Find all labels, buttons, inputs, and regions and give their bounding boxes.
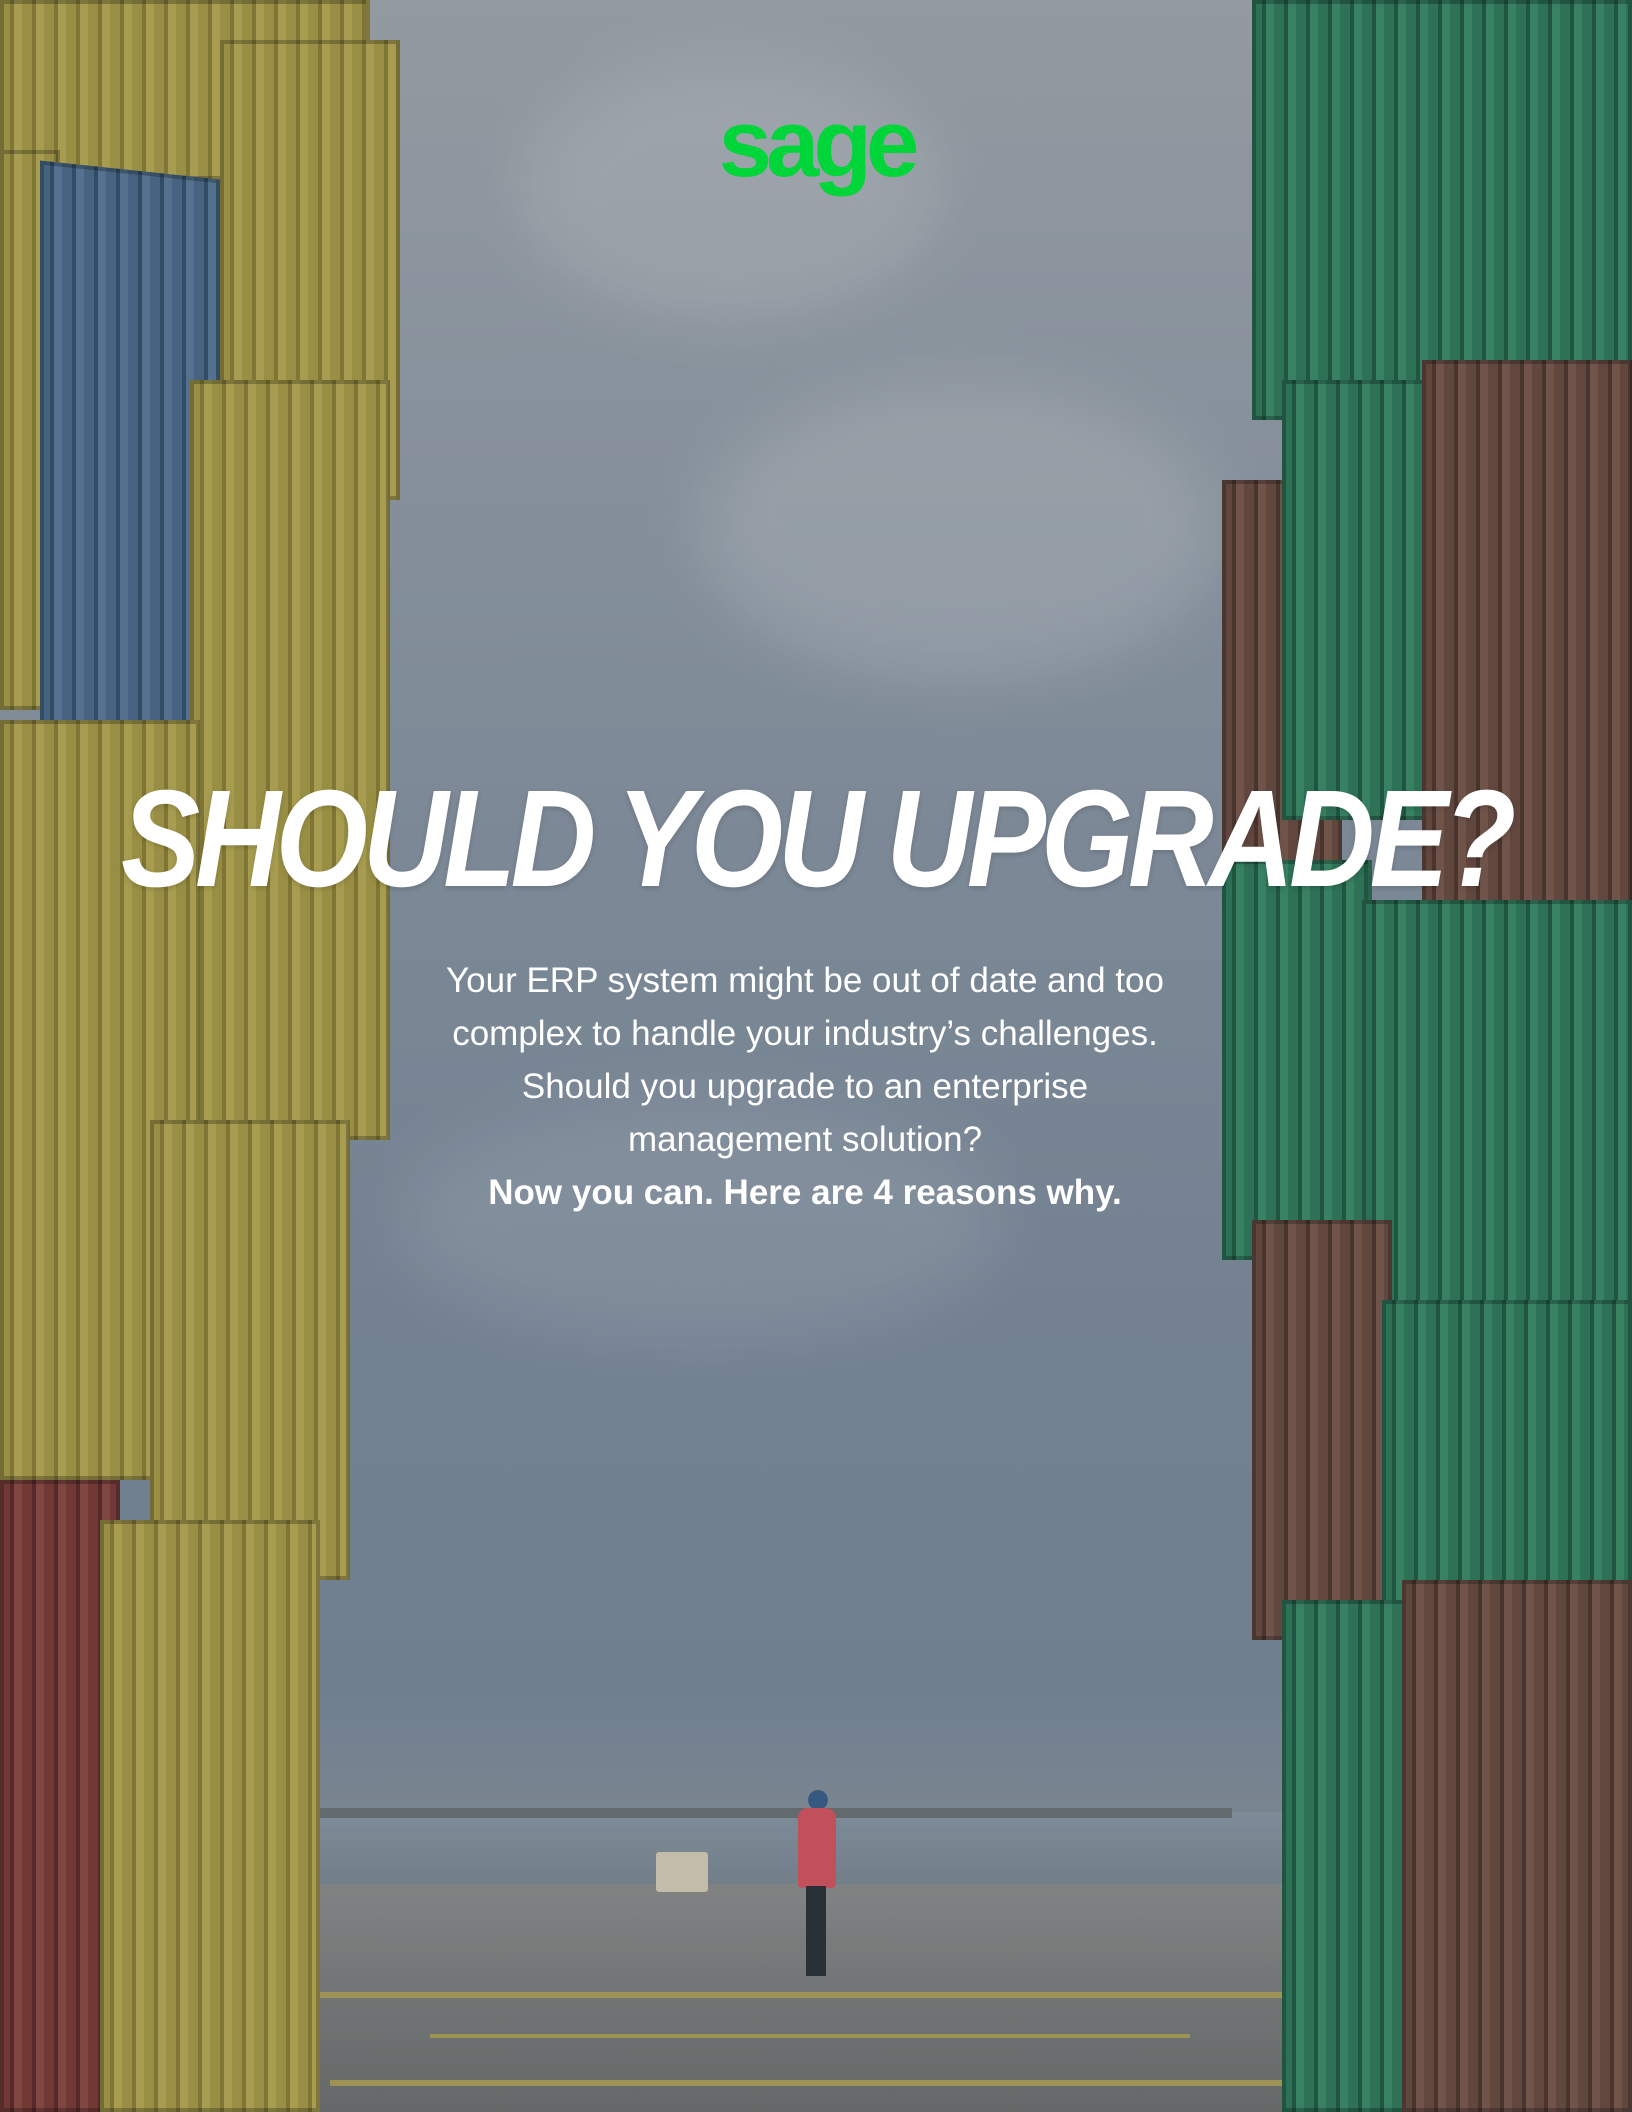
intro-line: Your ERP system might be out of date and… — [446, 961, 1164, 1000]
intro-line: Should you upgrade to an enterprise — [521, 1067, 1089, 1106]
cover-page: sage SHOULD YOU UPGRADE? Your ERP system… — [0, 0, 1632, 2112]
intro-line: complex to handle your industry’s challe… — [452, 1014, 1158, 1053]
sage-logo: sage — [718, 90, 920, 197]
cta-line: Now you can. Here are 4 reasons why. — [488, 1173, 1122, 1212]
intro-paragraph: Your ERP system might be out of date and… — [400, 954, 1210, 1219]
page-title: SHOULD YOU UPGRADE? — [120, 762, 1516, 916]
intro-line: management solution? — [627, 1120, 983, 1159]
